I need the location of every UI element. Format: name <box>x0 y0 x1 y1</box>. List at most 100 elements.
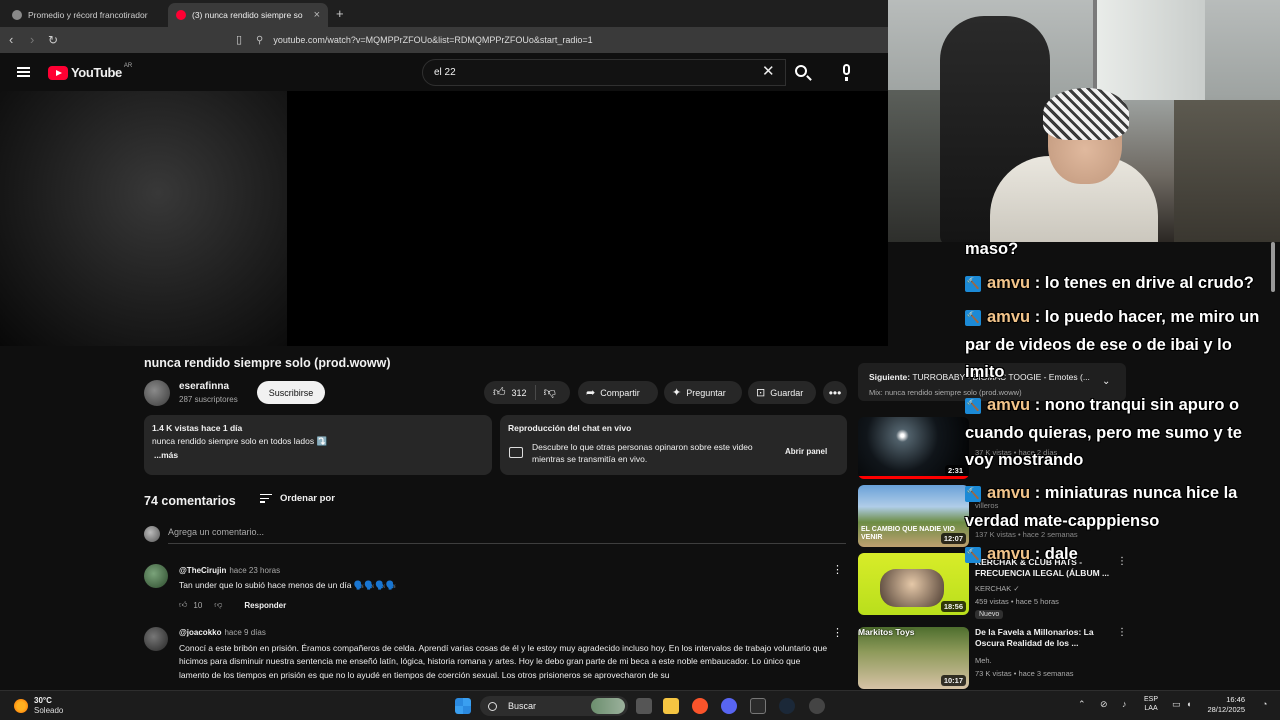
moderator-badge-icon: 🔨 <box>965 486 981 502</box>
more-actions-button[interactable]: ••• <box>823 381 847 404</box>
network-icon[interactable]: ▭ <box>1172 699 1181 710</box>
taskbar-search[interactable]: Buscar <box>480 696 628 716</box>
clear-search-icon[interactable]: ✕ <box>762 62 775 80</box>
site-info-icon[interactable]: ⚲ <box>256 35 263 46</box>
recommendation-thumbnail[interactable]: 2:31 <box>858 417 969 479</box>
tray-app-icon[interactable]: ⊘ <box>1100 699 1108 710</box>
open-panel-button[interactable]: Abrir panel <box>785 447 827 456</box>
chat-message: 🔨 amvu : miniaturas nunca hice la verdad … <box>965 484 1238 530</box>
comment-header: @TheCirujin hace 23 horas <box>179 566 280 575</box>
search-input[interactable]: el 22 <box>422 59 786 86</box>
discord-icon[interactable] <box>721 698 737 714</box>
search-icon <box>488 701 497 711</box>
chat-replay-panel: Reproducción del chat en vivo Descubre l… <box>500 415 847 475</box>
subscribe-button[interactable]: Suscribirse <box>257 381 325 404</box>
tab-label: (3) nunca rendido siempre so <box>192 10 303 20</box>
comment-time[interactable]: hace 9 días <box>224 628 265 637</box>
comment-author-avatar[interactable] <box>144 564 168 588</box>
forward-icon[interactable]: › <box>30 32 34 48</box>
youtube-logo[interactable]: YouTube AR <box>48 62 133 80</box>
share-button[interactable]: ➦ Compartir <box>578 381 658 404</box>
channel-avatar[interactable] <box>144 380 170 406</box>
comment-header: @joacokko hace 9 días <box>179 628 266 637</box>
browser-tab-1[interactable]: Promedio y récord francotirador <box>4 3 166 27</box>
search-icon <box>795 65 807 77</box>
channel-name[interactable]: eserafinna <box>179 381 229 392</box>
comments-count: 74 comentarios <box>144 494 236 508</box>
comment-author[interactable]: @joacokko <box>179 628 221 637</box>
comment-time[interactable]: hace 23 horas <box>229 566 280 575</box>
recommendation-thumbnail[interactable]: 18:56 <box>858 553 969 615</box>
thumbs-down-icon[interactable]: 👎︎ <box>214 600 222 610</box>
bookmark-icon: ⊡ <box>756 387 766 399</box>
comment-like-count: 10 <box>193 600 203 610</box>
comment-menu-icon[interactable]: ⋮ <box>832 563 843 576</box>
back-icon[interactable]: ‹ <box>9 32 13 48</box>
weather-description[interactable]: Soleado <box>34 706 63 715</box>
reply-button[interactable]: Responder <box>244 601 286 610</box>
view-count-date: 1.4 K vistas hace 1 día <box>152 423 243 433</box>
language-indicator[interactable]: ESP LAA <box>1144 695 1158 713</box>
browser-address-bar: ‹ › ↻ ▯ ⚲ youtube.com/watch?v=MQMPPrZFOU… <box>0 27 888 53</box>
steam-icon[interactable] <box>779 698 795 714</box>
menu-icon[interactable] <box>17 67 30 77</box>
brave-browser-icon[interactable] <box>692 698 708 714</box>
voice-search-button[interactable] <box>833 61 859 85</box>
comment-author-avatar[interactable] <box>144 627 168 651</box>
reload-icon[interactable]: ↻ <box>48 32 58 48</box>
recommendation-thumbnail[interactable]: Markitos Toys 10:17 <box>858 627 969 689</box>
search-value: el 22 <box>434 67 456 78</box>
tab-close-icon[interactable]: × <box>308 9 320 21</box>
comment-menu-icon[interactable]: ⋮ <box>832 626 843 639</box>
bookmark-icon[interactable]: ▯ <box>236 32 242 48</box>
add-comment-input[interactable]: Agrega un comentario... <box>168 527 846 544</box>
weather-temperature[interactable]: 30°C <box>34 696 52 705</box>
country-code: AR <box>123 62 133 69</box>
url-text: youtube.com/watch?v=MQMPPrZFOUo&list=RDM… <box>273 35 593 45</box>
volume-icon[interactable]: ◖ <box>1186 699 1191 709</box>
watch-progress-bar <box>858 476 969 479</box>
comment-author[interactable]: @TheCirujin <box>179 566 226 575</box>
clock[interactable]: 16:46 28/12/2025 <box>1197 695 1245 715</box>
browser-tab-2[interactable]: (3) nunca rendido siempre so × <box>168 3 328 27</box>
chat-message: 🔨 amvu : dale <box>965 545 1078 563</box>
weather-sun-icon[interactable] <box>14 699 28 713</box>
moderator-badge-icon: 🔨 <box>965 547 981 563</box>
youtube-play-icon <box>48 65 68 80</box>
new-tab-button[interactable]: + <box>336 6 344 21</box>
save-button[interactable]: ⊡ Guardar <box>748 381 816 404</box>
thumbs-up-icon[interactable]: 👍︎ <box>179 600 187 610</box>
chat-message: 🔨 amvu : lo puedo hacer, me miro un par d… <box>965 308 1260 381</box>
video-player[interactable] <box>0 91 888 346</box>
logo-text: YouTube <box>71 65 122 80</box>
sort-comments-button[interactable]: Ordenar por <box>260 493 335 504</box>
notifications-icon[interactable]: ◔ <box>1262 699 1267 709</box>
thumbnail-artwork <box>880 569 944 607</box>
app-icon[interactable] <box>809 698 825 714</box>
webcam-overlay <box>888 0 1280 242</box>
ask-button[interactable]: ✦ Preguntar <box>664 381 742 404</box>
chat-message: 🔨 amvu : nono tranqui sin apuro o cuando … <box>965 396 1242 469</box>
comment-text: Tan under que lo subió hace menos de un … <box>179 580 397 590</box>
recommendation-thumbnail[interactable]: EL CAMBIO QUE NADIE VIO VENIR 12:07 <box>858 485 969 547</box>
tray-chevron-icon[interactable]: ⌃ <box>1078 699 1086 710</box>
like-dislike-group: 👍︎ 312 👎︎ <box>484 381 570 404</box>
microphone-icon[interactable]: ♪ <box>1122 699 1127 709</box>
task-view-icon[interactable] <box>636 698 652 714</box>
show-more-link[interactable]: ...más <box>154 450 484 460</box>
start-menu-icon[interactable] <box>455 698 471 714</box>
moderator-badge-icon: 🔨 <box>965 398 981 414</box>
url-field[interactable]: ⚲ youtube.com/watch?v=MQMPPrZFOUo&list=R… <box>256 31 593 49</box>
moderator-badge-icon: 🔨 <box>965 310 981 326</box>
thumbs-down-icon[interactable]: 👎︎ <box>544 385 556 400</box>
search-button[interactable] <box>786 59 818 86</box>
description-text: nunca rendido siempre solo en todos lado… <box>152 436 328 446</box>
thumbs-up-icon[interactable]: 👍︎ <box>493 385 506 400</box>
file-explorer-icon[interactable] <box>663 698 679 714</box>
chat-message: 🔨 amvu : lo tenes en drive al crudo? <box>965 274 1254 292</box>
page-scrollbar[interactable] <box>1271 242 1275 292</box>
like-count[interactable]: 312 <box>512 388 527 398</box>
description-box[interactable]: 1.4 K vistas hace 1 día nunca rendido si… <box>144 415 492 475</box>
subscriber-count: 287 suscriptores <box>179 395 238 404</box>
terminal-icon[interactable] <box>750 698 766 714</box>
